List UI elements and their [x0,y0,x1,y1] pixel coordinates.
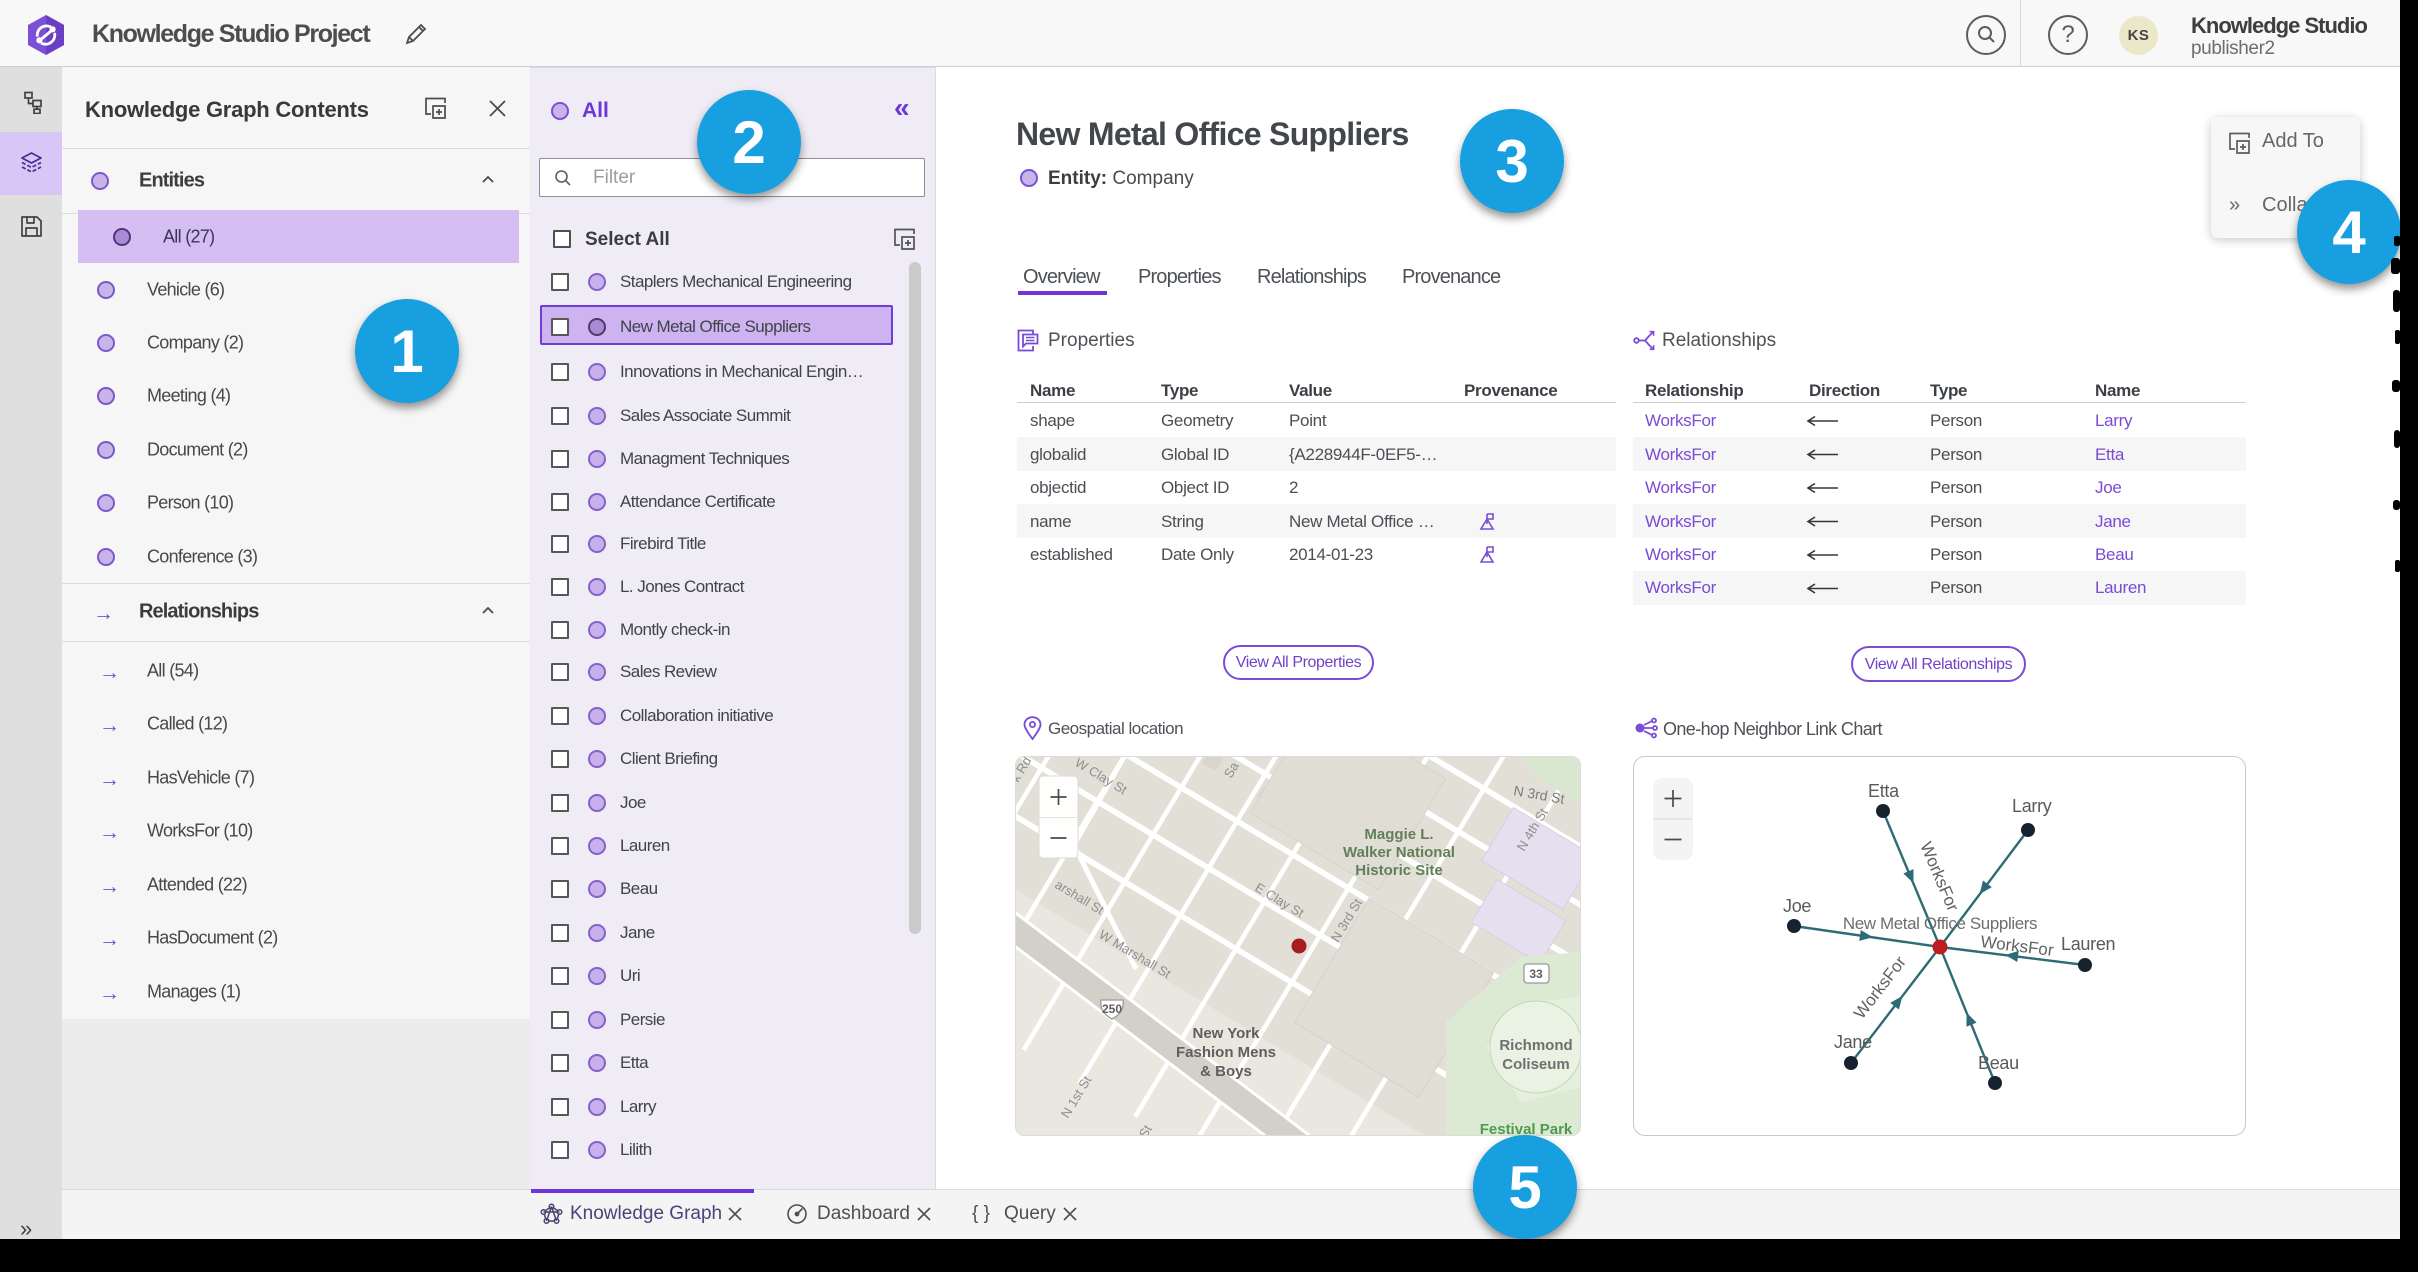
svg-text:WorksFor: WorksFor [1916,839,1962,914]
svg-text:Jane: Jane [1834,1032,1872,1052]
svg-text:WorksFor: WorksFor [1850,952,1910,1022]
svg-text:Walker National: Walker National [1343,844,1455,861]
svg-text:Maggie L.: Maggie L. [1364,826,1433,843]
svg-text:Lauren: Lauren [2061,934,2115,954]
svg-text:250: 250 [1102,1002,1122,1016]
svg-text:Fashion Mens: Fashion Mens [1176,1044,1276,1061]
svg-text:33: 33 [1529,967,1543,981]
svg-text:Coliseum: Coliseum [1502,1056,1570,1073]
svg-text:Joe: Joe [1783,896,1811,916]
svg-text:Etta: Etta [1868,781,1900,801]
svg-text:Festival Park: Festival Park [1480,1121,1573,1136]
svg-text:Larry: Larry [2012,796,2052,816]
svg-text:Historic Site: Historic Site [1355,862,1443,879]
svg-text:& Boys: & Boys [1200,1063,1252,1080]
svg-text:New Metal Office Suppliers: New Metal Office Suppliers [1843,914,2037,933]
svg-text:Beau: Beau [1978,1053,2019,1073]
svg-text:New York: New York [1193,1025,1261,1042]
svg-text:Richmond: Richmond [1499,1037,1572,1054]
